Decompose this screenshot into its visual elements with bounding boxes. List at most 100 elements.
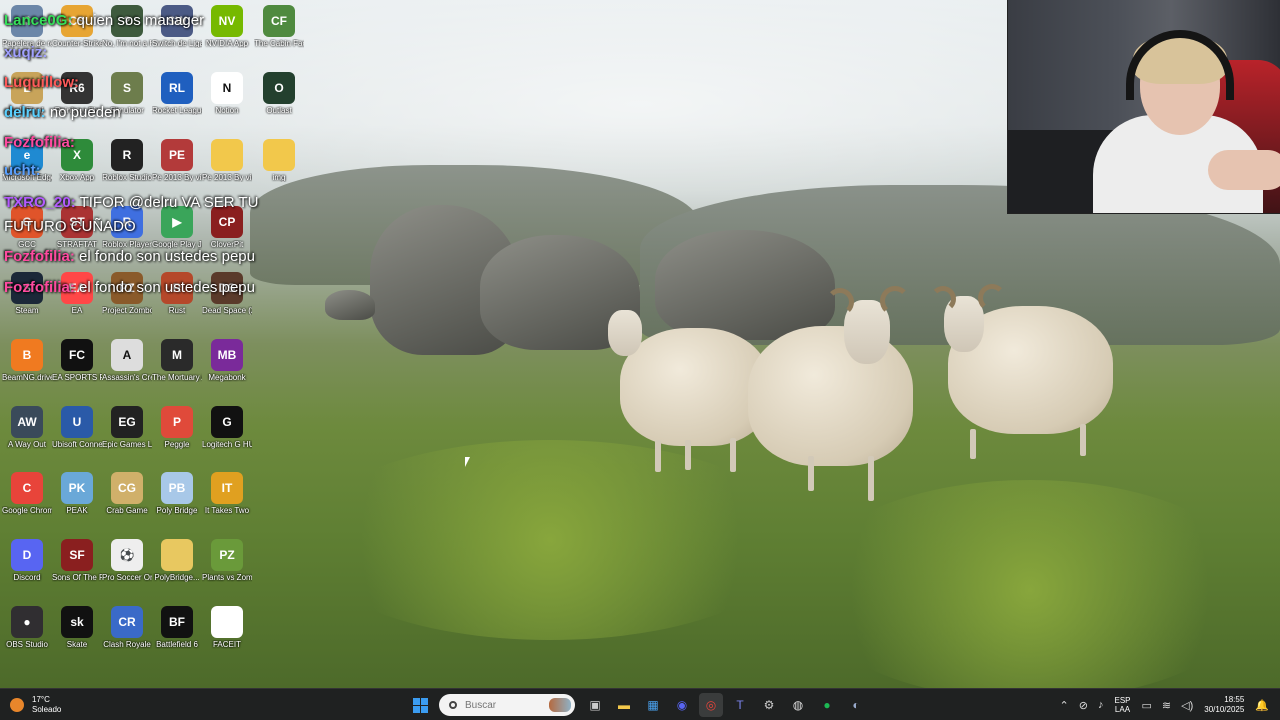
desktop-icon[interactable]: ♻ Papelera de reciclaje [2,3,52,67]
desktop-icon[interactable]: EG Epic Games Launcher [102,404,152,468]
desktop-icon[interactable]: CS Counter-Strike 2 [52,3,102,67]
desktop-icon[interactable]: A Assassin's Creed II [102,337,152,401]
desktop-icon-label: img [272,173,286,182]
network-icon[interactable]: ⊘ [1079,699,1088,712]
desktop-icon[interactable]: RL Rocket League [152,70,202,134]
search-input[interactable] [465,699,545,711]
desktop-icon[interactable]: ? No, I'm not a Human [102,3,152,67]
display-icon[interactable]: ▭ [1142,699,1152,712]
desktop-icon-label: Steam [15,306,39,315]
desktop-icon[interactable]: R Roblox Player [102,204,152,268]
clock[interactable]: 18:55 30/10/2025 [1204,695,1244,715]
desktop-icon[interactable]: O Outlast [254,70,304,134]
desktop-icon-label: Clash Royale [103,640,151,649]
weather-widget[interactable]: 17°C Soleado [10,694,61,716]
desktop-icon[interactable]: CF The Cabin Factory [254,3,304,67]
desktop-icon[interactable]: BF Battlefield 6 [152,604,202,668]
desktop-icon[interactable]: N Notion [202,70,252,134]
desktop-icon[interactable]: ● OBS Studio [2,604,52,668]
obs-taskbar-button[interactable]: ◍ [786,693,810,717]
app-icon: MB [211,339,243,371]
desktop-icon[interactable]: U Ubisoft Connect [52,404,102,468]
desktop-icon-label: No, I'm not a Human [102,39,152,48]
desktop-icon[interactable]: PE Pe 2013 By vintage Ga... [152,137,202,201]
desktop-icon[interactable]: G Logitech G HUB [202,404,252,468]
desktop-icon[interactable]: e Microsoft Edge [2,137,52,201]
app-icon: CF [263,5,295,37]
desktop-icon[interactable]: NV NVIDIA App [202,3,252,67]
desktop-icon-label: EA [71,306,83,315]
file-explorer-button[interactable]: ▬ [612,693,636,717]
desktop-icon[interactable]: CR Clash Royale [102,604,152,668]
desktop-icon[interactable]: FACEIT [202,604,252,668]
desktop-icon[interactable]: S Steam [2,270,52,334]
start-button[interactable] [408,693,432,717]
desktop-icon[interactable]: M The Mortuary Assistant [152,337,202,401]
desktop-icon[interactable]: R Rust [152,270,202,334]
desktop-icon-label: Poly Bridge [156,506,198,515]
desktop-icon-label: Assassin's Creed II [102,373,152,382]
desktop-icon[interactable]: ▶ Google Play Juegos Beta [152,204,202,268]
desktop-icon[interactable]: D Discord [2,537,52,601]
desktop-icon[interactable]: IT It Takes Two [202,470,252,534]
app-icon: PE [161,139,193,171]
desktop-icon[interactable]: PB Poly Bridge [152,470,202,534]
taskbar-apps: ▣ ▬ ▦ ◉ ◎ T ⚙ ◍ ● ◐ [408,693,873,717]
desktop-icon[interactable]: EA EA [52,270,102,334]
desktop-icon-label: FACEIT [212,640,241,649]
desktop-icon[interactable]: PZ Plants vs Zombies Tr... [202,537,252,601]
taskbar-search-box[interactable] [439,694,575,716]
language-indicator[interactable]: ESP LAA [1114,696,1130,714]
desktop-icon[interactable]: PolyBridge... [152,537,202,601]
desktop-icon[interactable]: ST STRAFTAT [52,204,102,268]
chevron-up-icon[interactable]: ⌃ [1060,699,1069,712]
desktop-icon[interactable]: AW A Way Out [2,404,52,468]
desktop-icon[interactable]: FC EA SPORTS FC 26 [52,337,102,401]
desktop-icon[interactable]: S Simulator [102,70,152,134]
wallpaper-sheep [600,300,770,480]
desktop-icon[interactable]: SF Sons Of The Forest [52,537,102,601]
notification-bell-icon[interactable]: 🔔 [1255,699,1269,712]
desktop-icon-label: Epic Games Launcher [102,440,152,449]
app-icon: R [111,139,143,171]
app-icon: O [263,72,295,104]
app-icon: P [161,406,193,438]
desktop-icon[interactable]: P Peggle [152,404,202,468]
desktop-icon[interactable]: CG Crab Game [102,470,152,534]
desktop-icon[interactable]: Pe 2013 By vintage Ga... [202,137,252,201]
discord-taskbar-button[interactable]: ◉ [670,693,694,717]
desktop-icon[interactable]: G GCC [2,204,52,268]
desktop-icon[interactable]: DS Dead Space (2023) [202,270,252,334]
desktop-icon[interactable]: X Xbox App [52,137,102,201]
chrome-taskbar-button[interactable]: ◎ [699,693,723,717]
microsoft-store-button[interactable]: ▦ [641,693,665,717]
desktop-icon[interactable]: R6 Rainbow Six [52,70,102,134]
desktop-icon[interactable]: CP CloverPit [202,204,252,268]
desktop-icon[interactable]: R Roblox Studio [102,137,152,201]
app-icon: BF [161,606,193,638]
app-icon [263,139,295,171]
steam-taskbar-button[interactable]: ◐ [844,693,868,717]
keyboard-layout: LAA [1114,705,1131,714]
spotify-taskbar-button[interactable]: ● [815,693,839,717]
desktop-icon-label: Roblox Player [102,240,152,249]
microphone-icon[interactable]: ♪ [1098,699,1104,711]
desktop-icon[interactable]: ⚽ Pro Soccer Online [102,537,152,601]
app-icon: CP [211,206,243,238]
desktop-icon[interactable]: PK PEAK [52,470,102,534]
desktop-icon[interactable]: img [254,137,304,201]
teams-taskbar-button[interactable]: T [728,693,752,717]
settings-taskbar-button[interactable]: ⚙ [757,693,781,717]
desktop-icon[interactable]: C Google Chrome [2,470,52,534]
desktop-icon[interactable]: sk Skate [52,604,102,668]
desktop-icon[interactable]: L LoL Final [2,70,52,134]
desktop-icon[interactable]: PZ Project Zomboid [102,270,152,334]
task-view-button[interactable]: ▣ [583,693,607,717]
wallpaper-sheep [748,286,918,511]
desktop-icon[interactable]: MB Megabonk [202,337,252,401]
desktop-icon[interactable]: SW Switch de Ligas [152,3,202,67]
wifi-icon[interactable]: ≋ [1162,699,1171,712]
desktop-icon[interactable]: B BeamNG.drive [2,337,52,401]
app-icon: AW [11,406,43,438]
volume-icon[interactable]: ◁) [1181,699,1193,712]
